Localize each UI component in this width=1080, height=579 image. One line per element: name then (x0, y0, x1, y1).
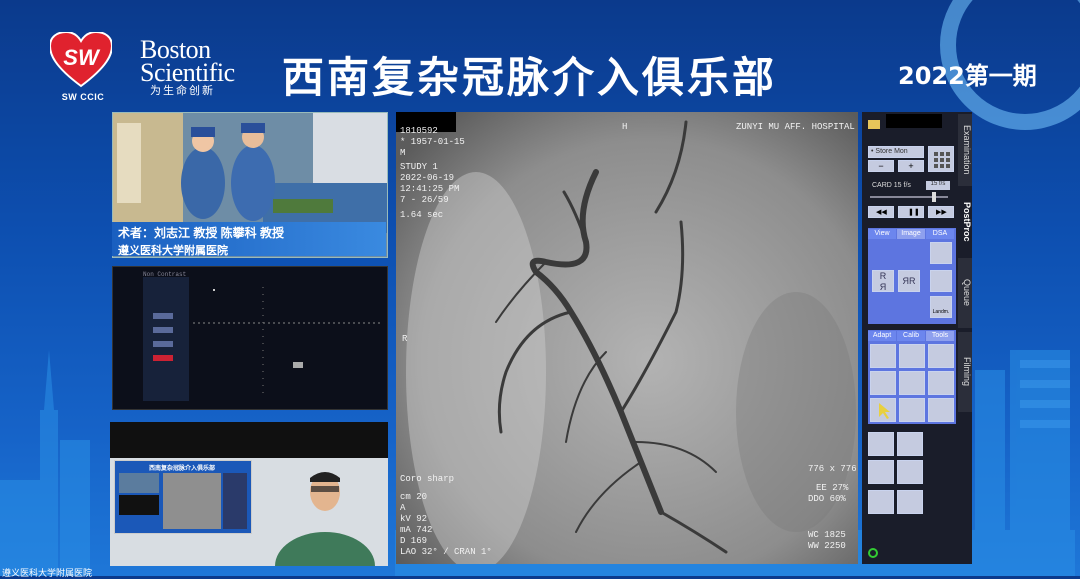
tab-tools[interactable]: Tools (926, 331, 954, 341)
minus-button[interactable]: − (868, 160, 894, 172)
grid-layout-button[interactable] (928, 146, 954, 172)
tab-adapt[interactable]: Adapt (868, 331, 896, 341)
angiogram-viewer[interactable]: 1810592 * 1957-01-15 M STUDY 1 2022-06-1… (396, 112, 858, 564)
tab-view[interactable]: View (868, 229, 896, 239)
study-date: 2022-06-19 (400, 173, 455, 183)
pen-tool-button[interactable] (897, 490, 923, 514)
sw-heart-logo-icon: SW (50, 32, 112, 88)
tab-dsa[interactable]: DSA (926, 229, 954, 239)
store-mon-dropdown[interactable]: • Store Mon (868, 146, 924, 158)
patient-sex: M (400, 148, 406, 158)
layout-tool-button-1[interactable] (868, 432, 894, 456)
matrix-size: 776 x 776 (808, 464, 857, 474)
hospital-overlay: ZUNYI MU AFF. HOSPITAL (736, 122, 855, 132)
window-width: WW 2250 (808, 541, 846, 551)
monitor-sidebar (143, 277, 189, 401)
card-rate-value[interactable]: 15 f/s (926, 181, 950, 190)
footer-hospital: 遵义医科大学附属医院 (2, 568, 93, 578)
window-center: WC 1825 (808, 530, 846, 540)
zoom-tool-button[interactable] (870, 344, 896, 368)
view-image-panel: View Image DSA RЯ ЯR Landm. (868, 228, 956, 324)
export-tool-button-1[interactable] (868, 460, 894, 484)
forward-button[interactable]: ▶▶ (928, 206, 954, 218)
landmark-button[interactable]: Landm. (930, 296, 952, 318)
run-duration: 1.64 sec (400, 210, 444, 220)
rate-slider[interactable] (870, 192, 948, 202)
hemodynamic-monitor-feed: Non Contrast (112, 266, 388, 410)
tab-calib[interactable]: Calib (897, 331, 925, 341)
pointer-tool-button[interactable] (870, 398, 896, 422)
orientation-top: H (622, 122, 628, 132)
issue-label: 2022第一期 (898, 62, 1037, 90)
cursor-icon (879, 403, 890, 419)
patient-dob: * 1957-01-15 (400, 137, 465, 147)
stent-tool-button[interactable] (899, 398, 925, 422)
angle-tool-button[interactable] (928, 371, 954, 395)
folder-icon[interactable] (868, 120, 880, 129)
orientation-left: R (402, 334, 408, 344)
caliper-tool-button[interactable] (899, 371, 925, 395)
image-filter: Coro sharp (400, 474, 455, 484)
monitor-trace (193, 287, 383, 397)
surgeons-caption: 术者：刘志江 教授 陈攀科 教授 (118, 226, 285, 240)
mini-title: 西南复杂冠脉介入俱乐部 (149, 466, 216, 472)
tab-image[interactable]: Image (897, 229, 925, 239)
brand-tagline: 为生命创新 (150, 85, 215, 97)
frame-counter: 7 - 26/59 (400, 195, 449, 205)
param-cm: cm 20 (400, 492, 428, 502)
presenter-camera-feed: 西南复杂冠脉介入俱乐部 (110, 422, 388, 566)
coronary-angiogram-image (396, 112, 858, 564)
export-tool-button-2[interactable] (897, 460, 923, 484)
annotate-tool-button[interactable] (868, 490, 894, 514)
param-d: D 169 (400, 536, 428, 546)
mini-broadcast-screen: 西南复杂冠脉介入俱乐部 (114, 460, 252, 534)
study-time: 12:41:25 PM (400, 184, 460, 194)
subtraction-button[interactable] (930, 242, 952, 264)
tab-examination[interactable]: Examination (958, 114, 972, 186)
brand-name: Boston Scientific (140, 35, 235, 87)
flip-r-button[interactable]: RЯ (872, 270, 894, 292)
status-bar (886, 114, 942, 128)
tab-postproc[interactable]: PostProc (958, 190, 972, 254)
presenter-figure (275, 472, 375, 566)
measure-tool-button[interactable] (899, 344, 925, 368)
svg-text:SW: SW (63, 45, 101, 70)
tab-filming[interactable]: Filming (958, 332, 972, 412)
status-indicator-icon (868, 548, 878, 558)
layout-tool-button-2[interactable] (897, 432, 923, 456)
wrench-tool-button[interactable] (928, 398, 954, 422)
grid-icon (934, 152, 950, 168)
hospital-caption: 遵义医科大学附属医院 (118, 245, 228, 257)
ddo-value: DDO 60% (808, 494, 846, 504)
param-kv: kV 92 (400, 514, 428, 524)
tab-queue[interactable]: Queue (958, 258, 972, 328)
patient-id: 1810592 (400, 126, 438, 136)
param-ma: mA 742 (400, 525, 433, 535)
mirror-r-button[interactable]: ЯR (898, 270, 920, 292)
control-panel: • Store Mon − + CARD 15 f/s 15 f/s ◀◀ ❚❚… (862, 112, 972, 564)
logo-subtitle: SW CCIC (61, 92, 105, 102)
page-title: 西南复杂冠脉介入俱乐部 (282, 53, 778, 102)
line-tool-button[interactable] (928, 344, 954, 368)
study-label: STUDY 1 (400, 162, 438, 172)
shutter-button[interactable] (930, 270, 952, 292)
pause-button[interactable]: ❚❚ (898, 206, 924, 218)
roi-tool-button[interactable] (870, 371, 896, 395)
card-rate-label: CARD 15 f/s (872, 182, 911, 189)
plus-button[interactable]: + (898, 160, 924, 172)
tools-panel: Adapt Calib Tools (868, 330, 956, 424)
ee-value: EE 27% (816, 483, 849, 493)
rewind-button[interactable]: ◀◀ (868, 206, 894, 218)
param-angle: LAO 32° / CRAN 1° (400, 547, 492, 557)
param-a: A (400, 503, 406, 513)
